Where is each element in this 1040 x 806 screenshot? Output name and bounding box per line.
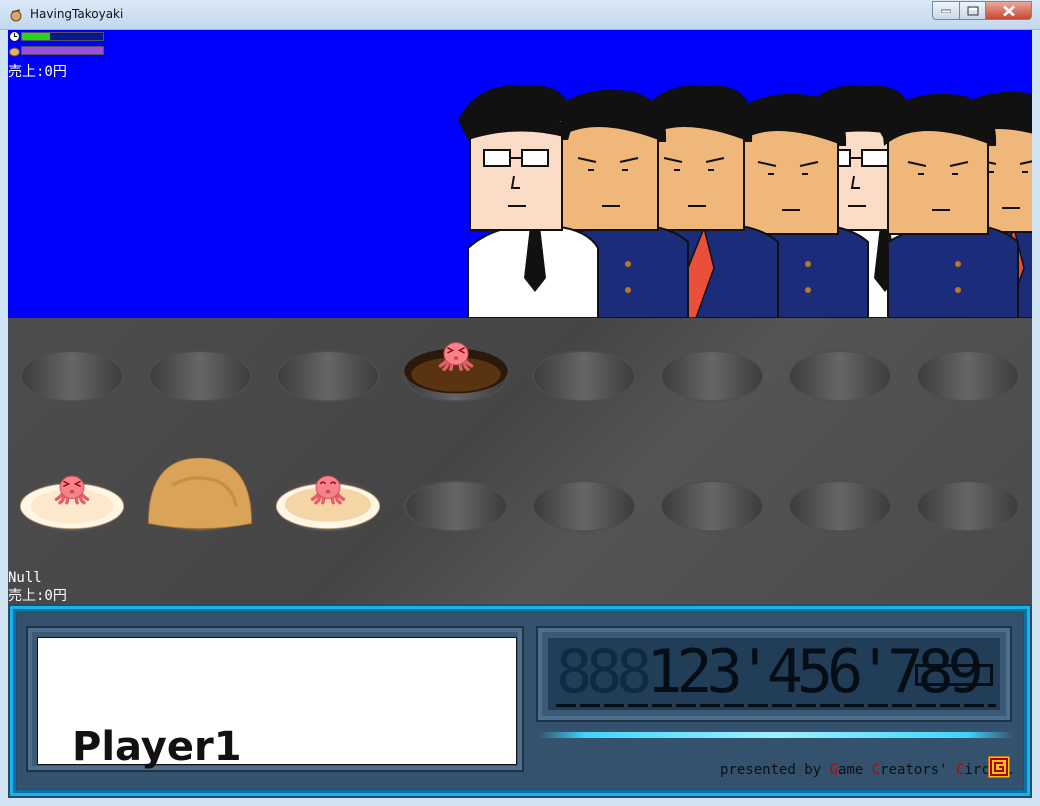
gcc-logo-icon	[988, 756, 1010, 778]
grill-pit[interactable]	[10, 328, 134, 402]
credit-prefix: presented by	[720, 762, 830, 778]
credit-g: G	[829, 762, 839, 778]
minimize-icon	[941, 9, 951, 13]
customer-queue	[457, 84, 1032, 318]
credit-text: presented by Game Creators' Circle.	[720, 762, 1015, 778]
glow-line	[538, 732, 1014, 738]
window-title: HavingTakoyaki	[30, 7, 124, 21]
top-sales-text: 売上:0円	[8, 64, 67, 80]
window-titlebar: HavingTakoyaki	[0, 0, 1040, 30]
grill-pit[interactable]	[906, 458, 1030, 532]
grill-pit[interactable]	[522, 458, 646, 532]
grill-pit[interactable]	[266, 328, 390, 402]
maximize-button[interactable]	[959, 1, 986, 20]
grill-pit[interactable]	[138, 328, 262, 402]
time-gauge	[21, 32, 104, 41]
takoyaki-app-icon	[10, 9, 22, 22]
grill-pit[interactable]	[650, 328, 774, 402]
close-button[interactable]	[985, 1, 1032, 20]
credit-reators: reators'	[880, 762, 957, 778]
bottom-sales-text: 売上:0円	[8, 588, 67, 604]
clock-icon	[9, 31, 20, 42]
maximize-icon	[967, 6, 978, 15]
score-empty-segment	[915, 664, 993, 686]
grill-pit-batter-octopus[interactable]	[10, 458, 134, 532]
player-name: Player1	[72, 724, 242, 770]
grill-pit[interactable]	[394, 458, 518, 532]
grill-pit[interactable]	[522, 328, 646, 402]
grill-pit-cooked-ball[interactable]	[138, 457, 262, 532]
grill-pit[interactable]	[906, 328, 1030, 402]
game-canvas[interactable]: 売上:0円 Null 売上:0円 Player1 888123'456'789 …	[8, 30, 1032, 798]
grill-pit[interactable]	[778, 328, 902, 402]
stock-gauge	[21, 46, 104, 55]
close-icon	[1002, 5, 1015, 16]
credit-c1: C	[871, 762, 881, 778]
grill-pit-cooking-octopus[interactable]	[394, 328, 518, 402]
minimize-button[interactable]	[932, 1, 960, 20]
score-underline	[556, 704, 996, 707]
grill-pit[interactable]	[650, 458, 774, 532]
takoyaki-icon	[9, 47, 20, 57]
grill-pit-batter-octopus-happy[interactable]	[266, 458, 390, 532]
credit-ame: ame	[838, 762, 872, 778]
grill-pit[interactable]	[778, 458, 902, 532]
score-dim-digits: 888	[556, 637, 652, 707]
status-text: Null	[8, 570, 42, 586]
control-panel: Player1 888123'456'789 presented by Game…	[8, 604, 1032, 798]
